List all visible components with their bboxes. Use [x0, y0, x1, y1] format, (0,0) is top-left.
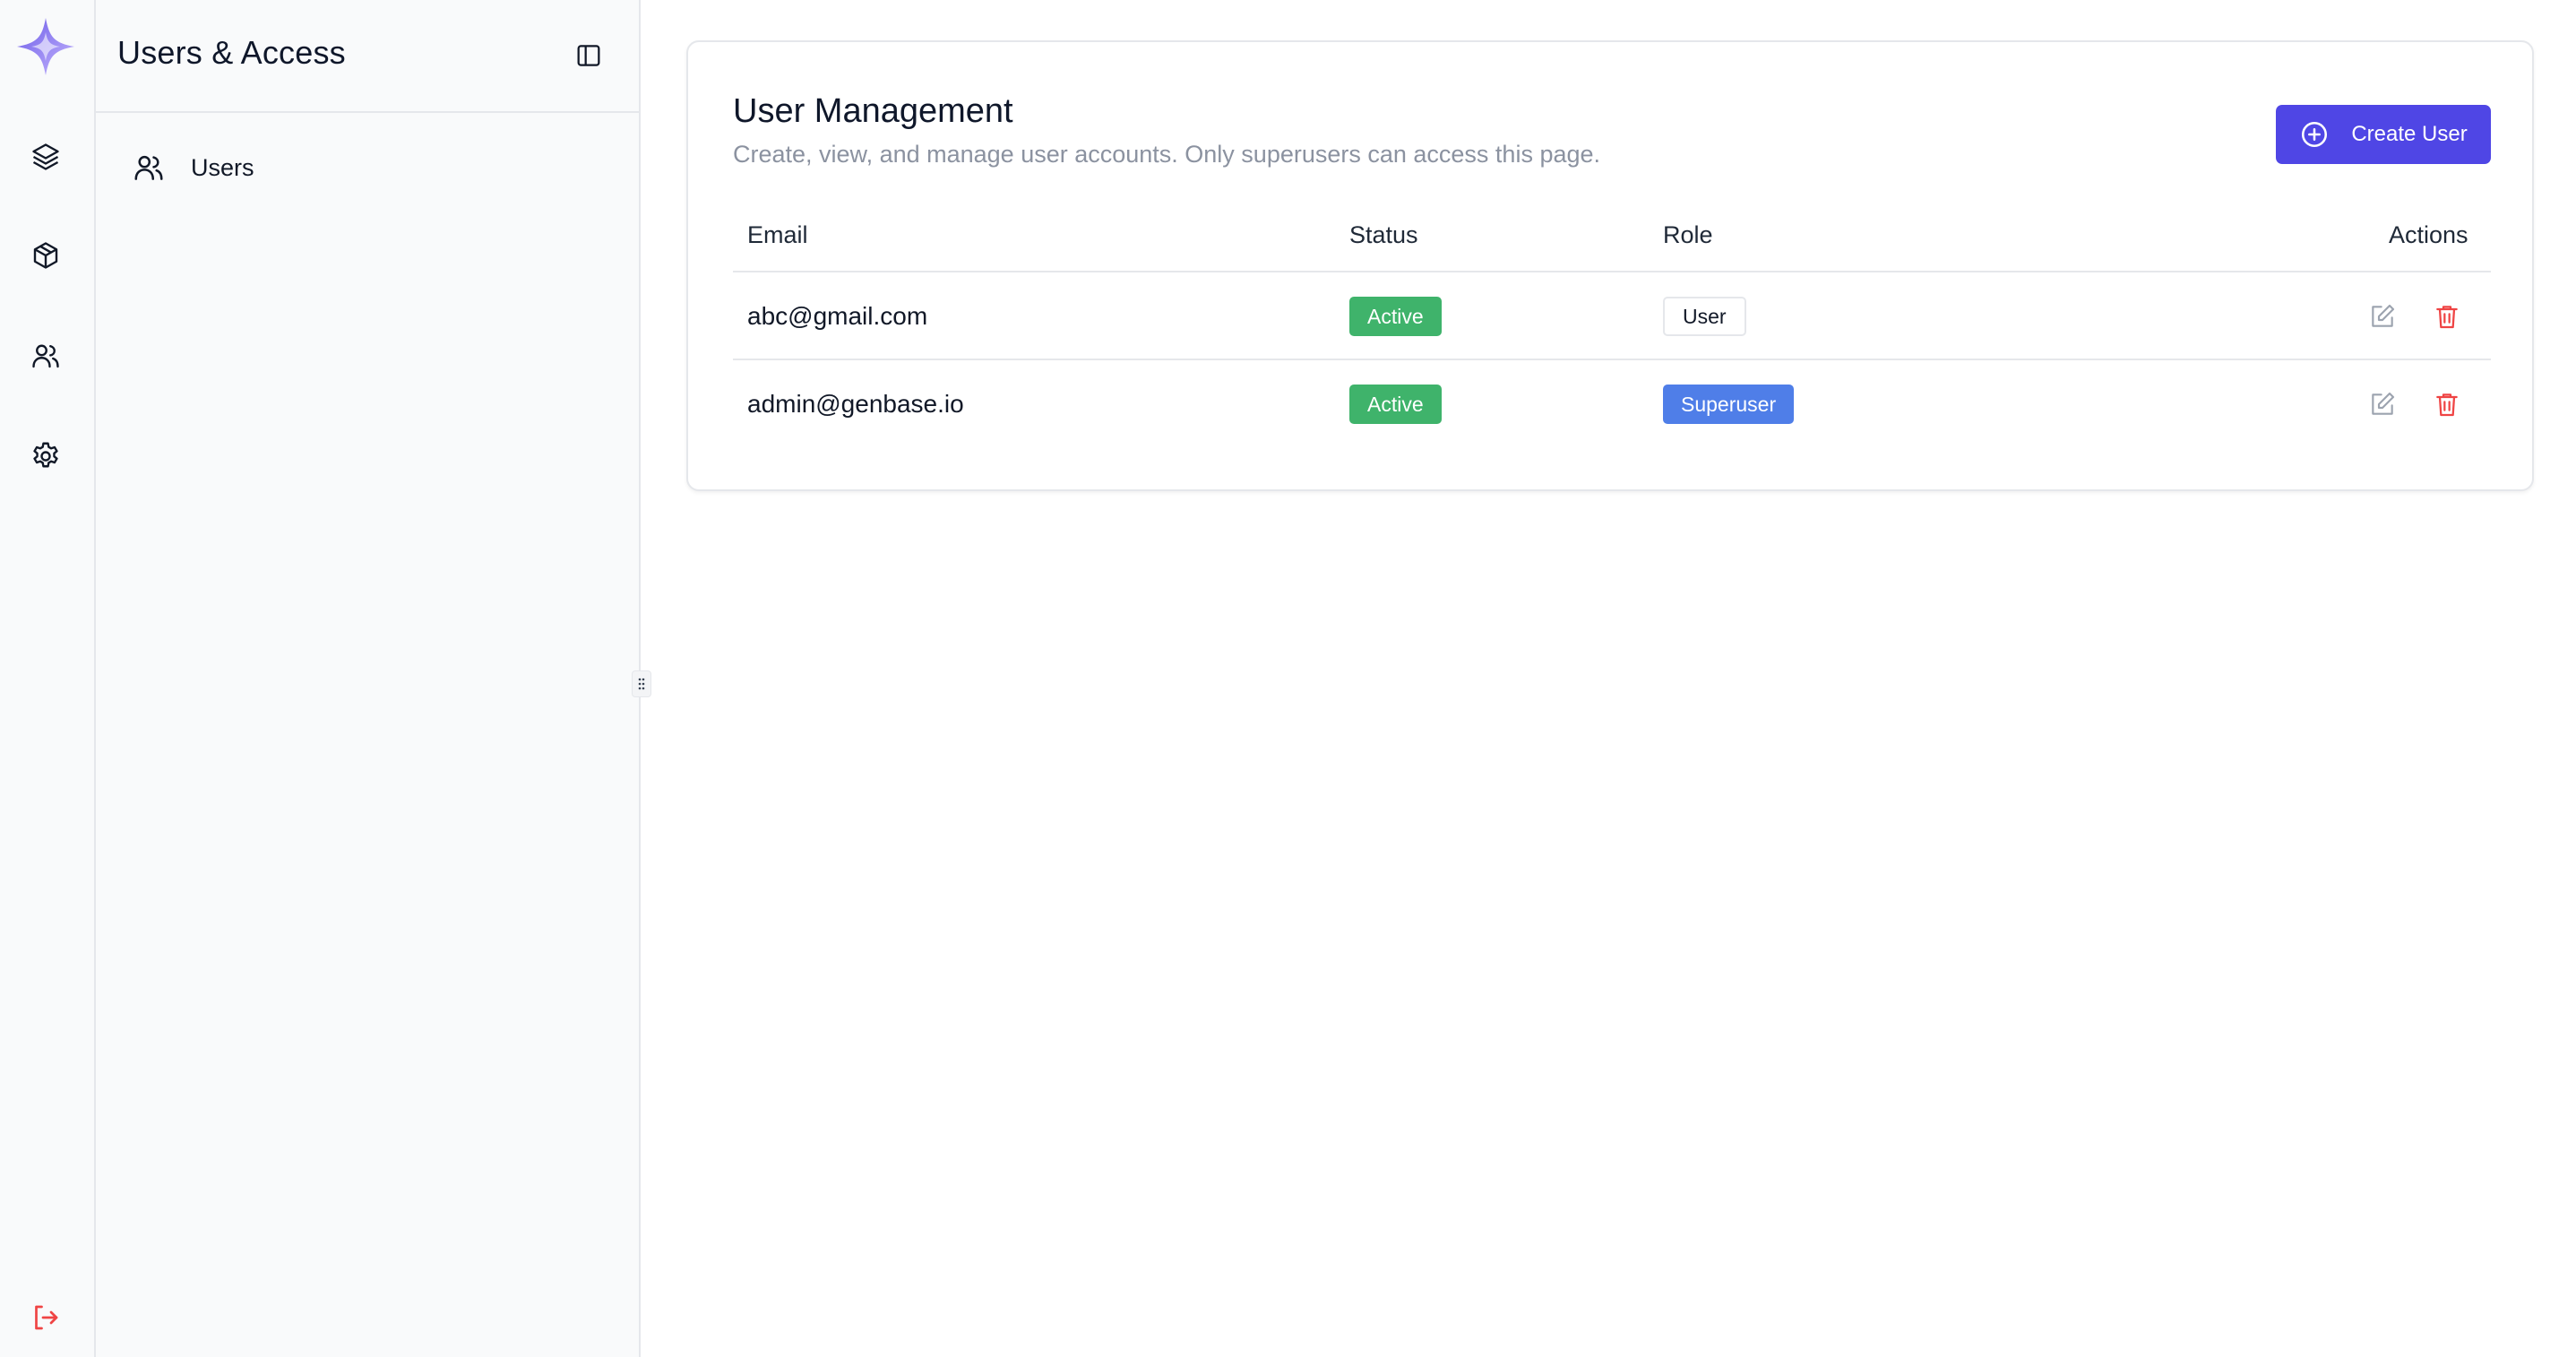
app-root: Users & Access Users User Management Cre…: [0, 0, 2576, 1357]
user-management-card: User Management Create, view, and manage…: [686, 40, 2534, 491]
logout-icon[interactable]: [20, 1292, 72, 1344]
status-badge: Active: [1349, 297, 1442, 336]
role-badge: Superuser: [1663, 385, 1795, 424]
create-user-button[interactable]: Create User: [2276, 105, 2491, 164]
delete-icon[interactable]: [2430, 299, 2464, 333]
row-divider: [733, 359, 2491, 360]
row-email: abc@gmail.com: [747, 302, 928, 330]
sidebar-item-label: Users: [191, 153, 254, 181]
column-header-email: Email: [747, 221, 808, 248]
sidebar-item-users[interactable]: Users: [132, 145, 254, 190]
column-header-actions: Actions: [2389, 221, 2468, 248]
column-header-status: Status: [1349, 221, 1418, 248]
sidebar: Users & Access Users: [96, 0, 641, 1357]
status-badge: Active: [1349, 385, 1442, 424]
users-icon[interactable]: [20, 330, 72, 382]
resize-handle[interactable]: [632, 670, 651, 697]
role-badge: User: [1663, 297, 1746, 336]
delete-icon[interactable]: [2430, 387, 2464, 421]
create-user-label: Create User: [2351, 122, 2468, 146]
sidebar-header: Users & Access: [96, 0, 639, 113]
users-icon: [134, 155, 163, 180]
icon-rail: [0, 0, 96, 1357]
logo-icon[interactable]: [15, 16, 76, 77]
header-divider: [733, 271, 2491, 272]
edit-icon[interactable]: [2365, 299, 2399, 333]
edit-icon[interactable]: [2365, 387, 2399, 421]
grip-icon: [638, 678, 645, 690]
box-icon[interactable]: [20, 229, 72, 281]
gear-icon[interactable]: [20, 430, 72, 482]
layers-icon[interactable]: [20, 131, 72, 183]
sidebar-title: Users & Access: [117, 34, 346, 71]
sidebar-toggle-icon[interactable]: [571, 38, 607, 73]
page-subtitle: Create, view, and manage user accounts. …: [733, 141, 1601, 168]
page-title: User Management: [733, 92, 1013, 130]
row-email: admin@genbase.io: [747, 390, 964, 418]
plus-circle-icon: [2302, 121, 2328, 148]
column-header-role: Role: [1663, 221, 1713, 248]
